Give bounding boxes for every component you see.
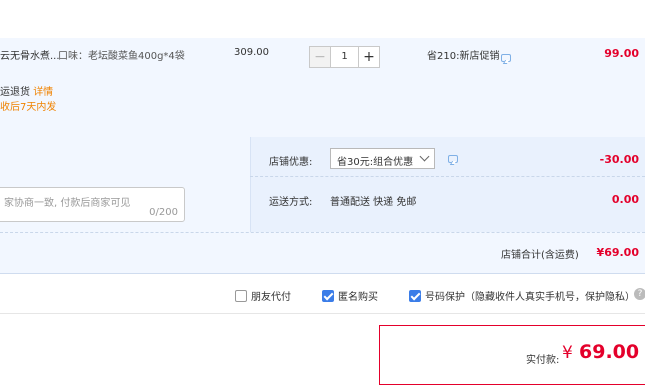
shipping-method: 普通配送 快递 免邮 bbox=[330, 197, 417, 208]
number-protection-label: 号码保护（隐藏收件人真实手机号，保护隐私） bbox=[425, 292, 635, 303]
item-sku: 口味：老坛酸菜鱼400g*4袋 bbox=[58, 51, 185, 62]
number-protection-option[interactable]: 号码保护（隐藏收件人真实手机号，保护隐私） bbox=[409, 288, 635, 303]
friend-pay-label: 朋友代付 bbox=[251, 292, 291, 303]
item-promotion: 省210:新店促销 bbox=[427, 51, 500, 62]
decrease-quantity-button[interactable]: − bbox=[309, 46, 331, 68]
service-info: 运退货 详情 bbox=[0, 83, 53, 98]
delivery-note: 收后7天内发 bbox=[0, 102, 57, 113]
anonymous-purchase-label: 匿名购买 bbox=[338, 292, 378, 303]
discount-value: -30.00 bbox=[599, 153, 639, 166]
item-total: 99.00 bbox=[604, 47, 639, 60]
chevron-down-icon bbox=[419, 151, 430, 162]
item-unit-price: 309.00 bbox=[234, 47, 269, 58]
friend-pay-checkbox[interactable] bbox=[235, 289, 247, 302]
divider bbox=[250, 176, 645, 177]
top-band bbox=[0, 0, 645, 39]
help-icon[interactable]: ? bbox=[634, 288, 645, 300]
service-text: 运退货 bbox=[0, 87, 30, 98]
increase-quantity-button[interactable]: + bbox=[358, 46, 380, 68]
message-placeholder: 家协商一致, 付款后商家可见 bbox=[4, 198, 131, 209]
item-title[interactable]: 云无骨水煮... bbox=[0, 47, 60, 62]
message-char-count: 0/200 bbox=[149, 207, 178, 218]
shop-subtotal-label: 店铺合计(含运费) bbox=[501, 250, 579, 261]
quantity-input[interactable]: 1 bbox=[331, 46, 358, 68]
shipping-label: 运送方式: bbox=[269, 197, 313, 208]
quantity-stepper: − 1 + bbox=[309, 46, 380, 68]
shop-discount-select[interactable]: 省30元:组合优惠 bbox=[330, 148, 435, 169]
seller-message-input[interactable]: 家协商一致, 付款后商家可见 0/200 bbox=[0, 187, 185, 222]
currency-symbol: ¥ bbox=[562, 343, 573, 363]
shop-discount-label: 店铺优惠: bbox=[269, 157, 313, 168]
chat-icon[interactable] bbox=[448, 155, 458, 163]
service-detail-link[interactable]: 详情 bbox=[33, 87, 53, 98]
payment-amount: 69.00 bbox=[579, 341, 640, 363]
payment-label: 实付款: bbox=[526, 355, 560, 366]
shop-subtotal-value: ¥69.00 bbox=[596, 246, 639, 259]
shop-summary-panel bbox=[250, 137, 645, 232]
chat-icon[interactable] bbox=[501, 54, 511, 62]
anonymous-purchase-option[interactable]: 匿名购买 bbox=[322, 288, 378, 303]
anonymous-purchase-checkbox[interactable] bbox=[322, 289, 334, 302]
shipping-cost: 0.00 bbox=[611, 193, 639, 206]
discount-selected-option: 省30元:组合优惠 bbox=[337, 157, 414, 168]
divider bbox=[0, 313, 645, 314]
number-protection-checkbox[interactable] bbox=[409, 289, 421, 302]
friend-pay-option[interactable]: 朋友代付 bbox=[235, 288, 291, 303]
